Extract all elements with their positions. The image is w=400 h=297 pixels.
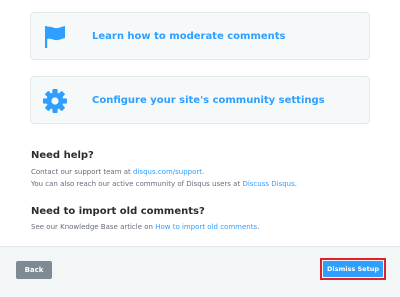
community-settings-card[interactable]: Configure your site's community settings xyxy=(30,76,370,124)
import-text: See our Knowledge Base article on How to… xyxy=(31,223,259,231)
flag-icon xyxy=(42,24,68,50)
setup-panel: Learn how to moderate comments Configure… xyxy=(0,0,400,297)
support-text-suffix: . xyxy=(202,168,205,176)
dismiss-setup-button[interactable]: Dismiss Setup xyxy=(323,261,383,277)
support-link[interactable]: disqus.com/support xyxy=(133,168,202,176)
community-text-prefix: You can also reach our active community … xyxy=(31,180,243,188)
moderate-comments-link[interactable]: Learn how to moderate comments xyxy=(92,31,286,42)
support-text: Contact our support team at disqus.com/s… xyxy=(31,168,204,176)
moderate-comments-card[interactable]: Learn how to moderate comments xyxy=(30,12,370,60)
community-settings-link[interactable]: Configure your site's community settings xyxy=(92,95,325,106)
back-button[interactable]: Back xyxy=(16,261,52,279)
import-heading: Need to import old comments? xyxy=(31,206,205,217)
dismiss-highlight: Dismiss Setup xyxy=(320,258,386,280)
import-text-prefix: See our Knowledge Base article on xyxy=(31,223,156,231)
community-text: You can also reach our active community … xyxy=(31,180,297,188)
support-text-prefix: Contact our support team at xyxy=(31,168,134,176)
import-text-suffix: . xyxy=(257,223,260,231)
footer-bar: Back Dismiss Setup xyxy=(0,246,400,297)
discuss-disqus-link[interactable]: Discuss Disqus xyxy=(242,180,294,188)
need-help-heading: Need help? xyxy=(31,150,94,161)
import-article-link[interactable]: How to import old comments xyxy=(155,223,257,231)
community-text-suffix: . xyxy=(294,180,297,188)
gear-icon xyxy=(42,88,68,114)
